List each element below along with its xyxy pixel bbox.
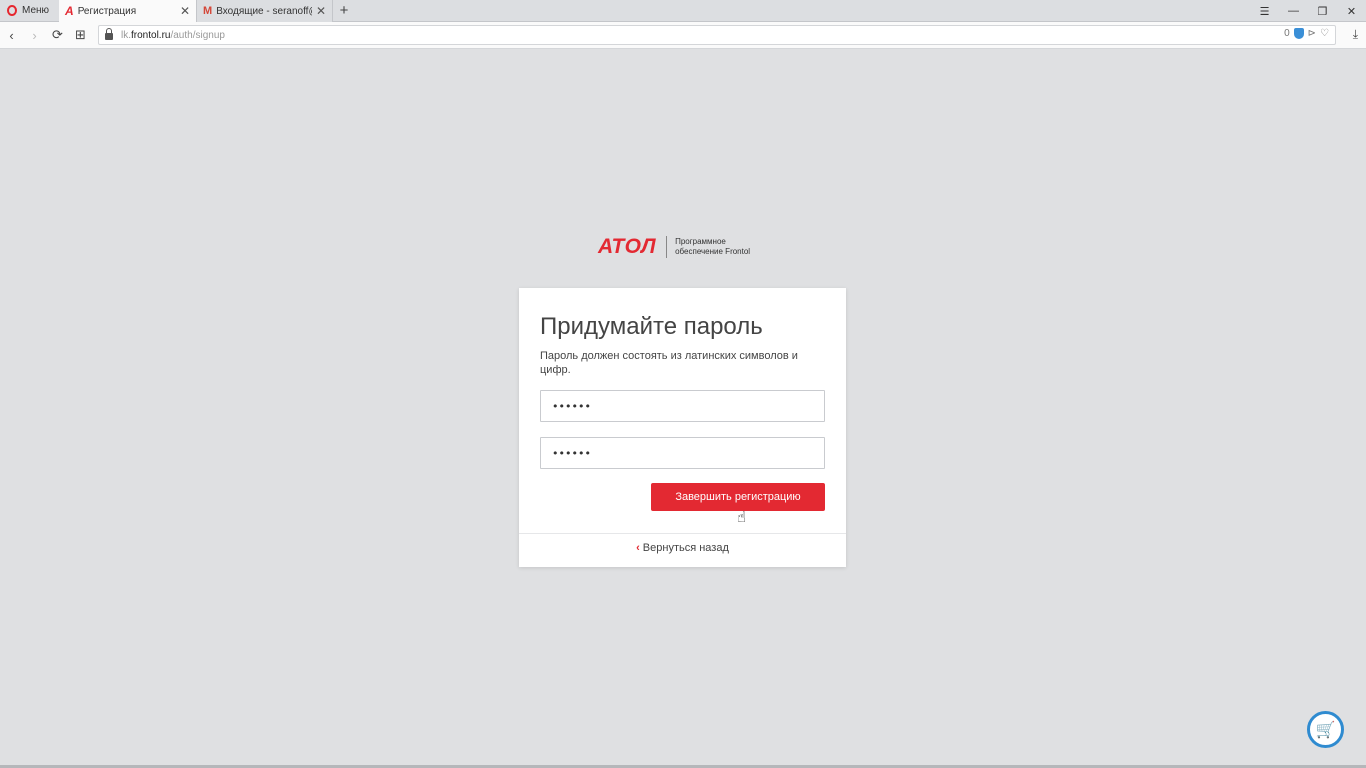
- tab-close-icon[interactable]: ✕: [316, 4, 326, 18]
- password-hint: Пароль должен состоять из латинских симв…: [540, 350, 798, 376]
- logo-caption-line-1: Программное: [675, 237, 726, 246]
- tab-registration[interactable]: А Регистрация ✕: [59, 0, 198, 22]
- shopping-cart-icon: 🛒: [1315, 721, 1336, 739]
- url-field[interactable]: lk. frontol.ru/auth/signup 0 ⊳ ♡: [98, 25, 1336, 45]
- page-title: Придумайте пароль: [540, 313, 763, 340]
- opera-logo-icon: [7, 5, 17, 16]
- bookmark-heart-icon[interactable]: ♡: [1320, 28, 1329, 39]
- reload-icon[interactable]: ⟳: [46, 27, 69, 43]
- password-confirm-input[interactable]: [540, 437, 825, 469]
- tab-close-icon[interactable]: ✕: [180, 4, 190, 18]
- speed-dial-icon[interactable]: ⊞: [69, 27, 92, 43]
- logo-caption: Программное обеспечение Frontol: [675, 237, 750, 257]
- new-tab-button[interactable]: +: [333, 0, 355, 21]
- tab-label: Входящие - seranoff@gm: [216, 5, 312, 17]
- logo-mark: АТОЛ: [598, 235, 657, 258]
- back-icon[interactable]: ‹: [0, 28, 23, 43]
- address-toolbar: ‹ › ⟳ ⊞ lk. frontol.ru/auth/signup 0 ⊳ ♡: [0, 22, 1366, 49]
- window-controls: ☰ — ❐ ✕: [1250, 0, 1366, 22]
- card-divider: [519, 533, 846, 534]
- download-icon[interactable]: ⤓: [1353, 27, 1358, 42]
- tab-menu-icon[interactable]: ☰: [1250, 0, 1279, 22]
- complete-registration-button[interactable]: Завершить регистрацию: [651, 483, 825, 511]
- url-path: /auth/signup: [170, 29, 225, 41]
- adblock-count: 0: [1284, 28, 1290, 39]
- password-card: Придумайте пароль Пароль должен состоять…: [519, 288, 846, 567]
- restore-icon[interactable]: ❐: [1308, 0, 1337, 22]
- gmail-favicon-icon: M: [203, 5, 213, 17]
- hand-cursor-icon: ☝: [737, 509, 747, 526]
- url-host: frontol.ru: [131, 29, 171, 41]
- tab-bar: Меню А Регистрация ✕ M Входящие - serano…: [0, 0, 1366, 22]
- forward-icon[interactable]: ›: [23, 28, 46, 43]
- tab-label: Регистрация: [77, 5, 137, 17]
- lock-icon: [105, 28, 113, 40]
- shopping-cart-widget[interactable]: 🛒: [1307, 711, 1344, 748]
- minimize-icon[interactable]: —: [1279, 0, 1308, 22]
- password-input[interactable]: [540, 390, 825, 422]
- close-window-icon[interactable]: ✕: [1337, 0, 1366, 22]
- aton-favicon-icon: А: [65, 4, 74, 18]
- logo-caption-line-2: обеспечение Frontol: [675, 247, 751, 256]
- adblock-shield-icon[interactable]: [1293, 28, 1304, 39]
- logo-divider: [666, 236, 668, 258]
- opera-menu-button[interactable]: Меню: [0, 0, 59, 21]
- aton-logo: АТОЛ Программное обеспечение Frontol: [598, 236, 750, 258]
- tab-inbox[interactable]: M Входящие - seranoff@gm ✕: [197, 0, 334, 22]
- url-subdomain: lk.: [121, 29, 131, 41]
- back-link-label: Вернуться назад: [642, 542, 729, 554]
- menu-label: Меню: [22, 5, 50, 16]
- url-actions: 0 ⊳ ♡: [1284, 28, 1329, 39]
- snap-icon[interactable]: ⊳: [1308, 28, 1316, 39]
- back-link[interactable]: ‹ Вернуться назад: [519, 542, 846, 554]
- chevron-left-icon: ‹: [636, 542, 640, 554]
